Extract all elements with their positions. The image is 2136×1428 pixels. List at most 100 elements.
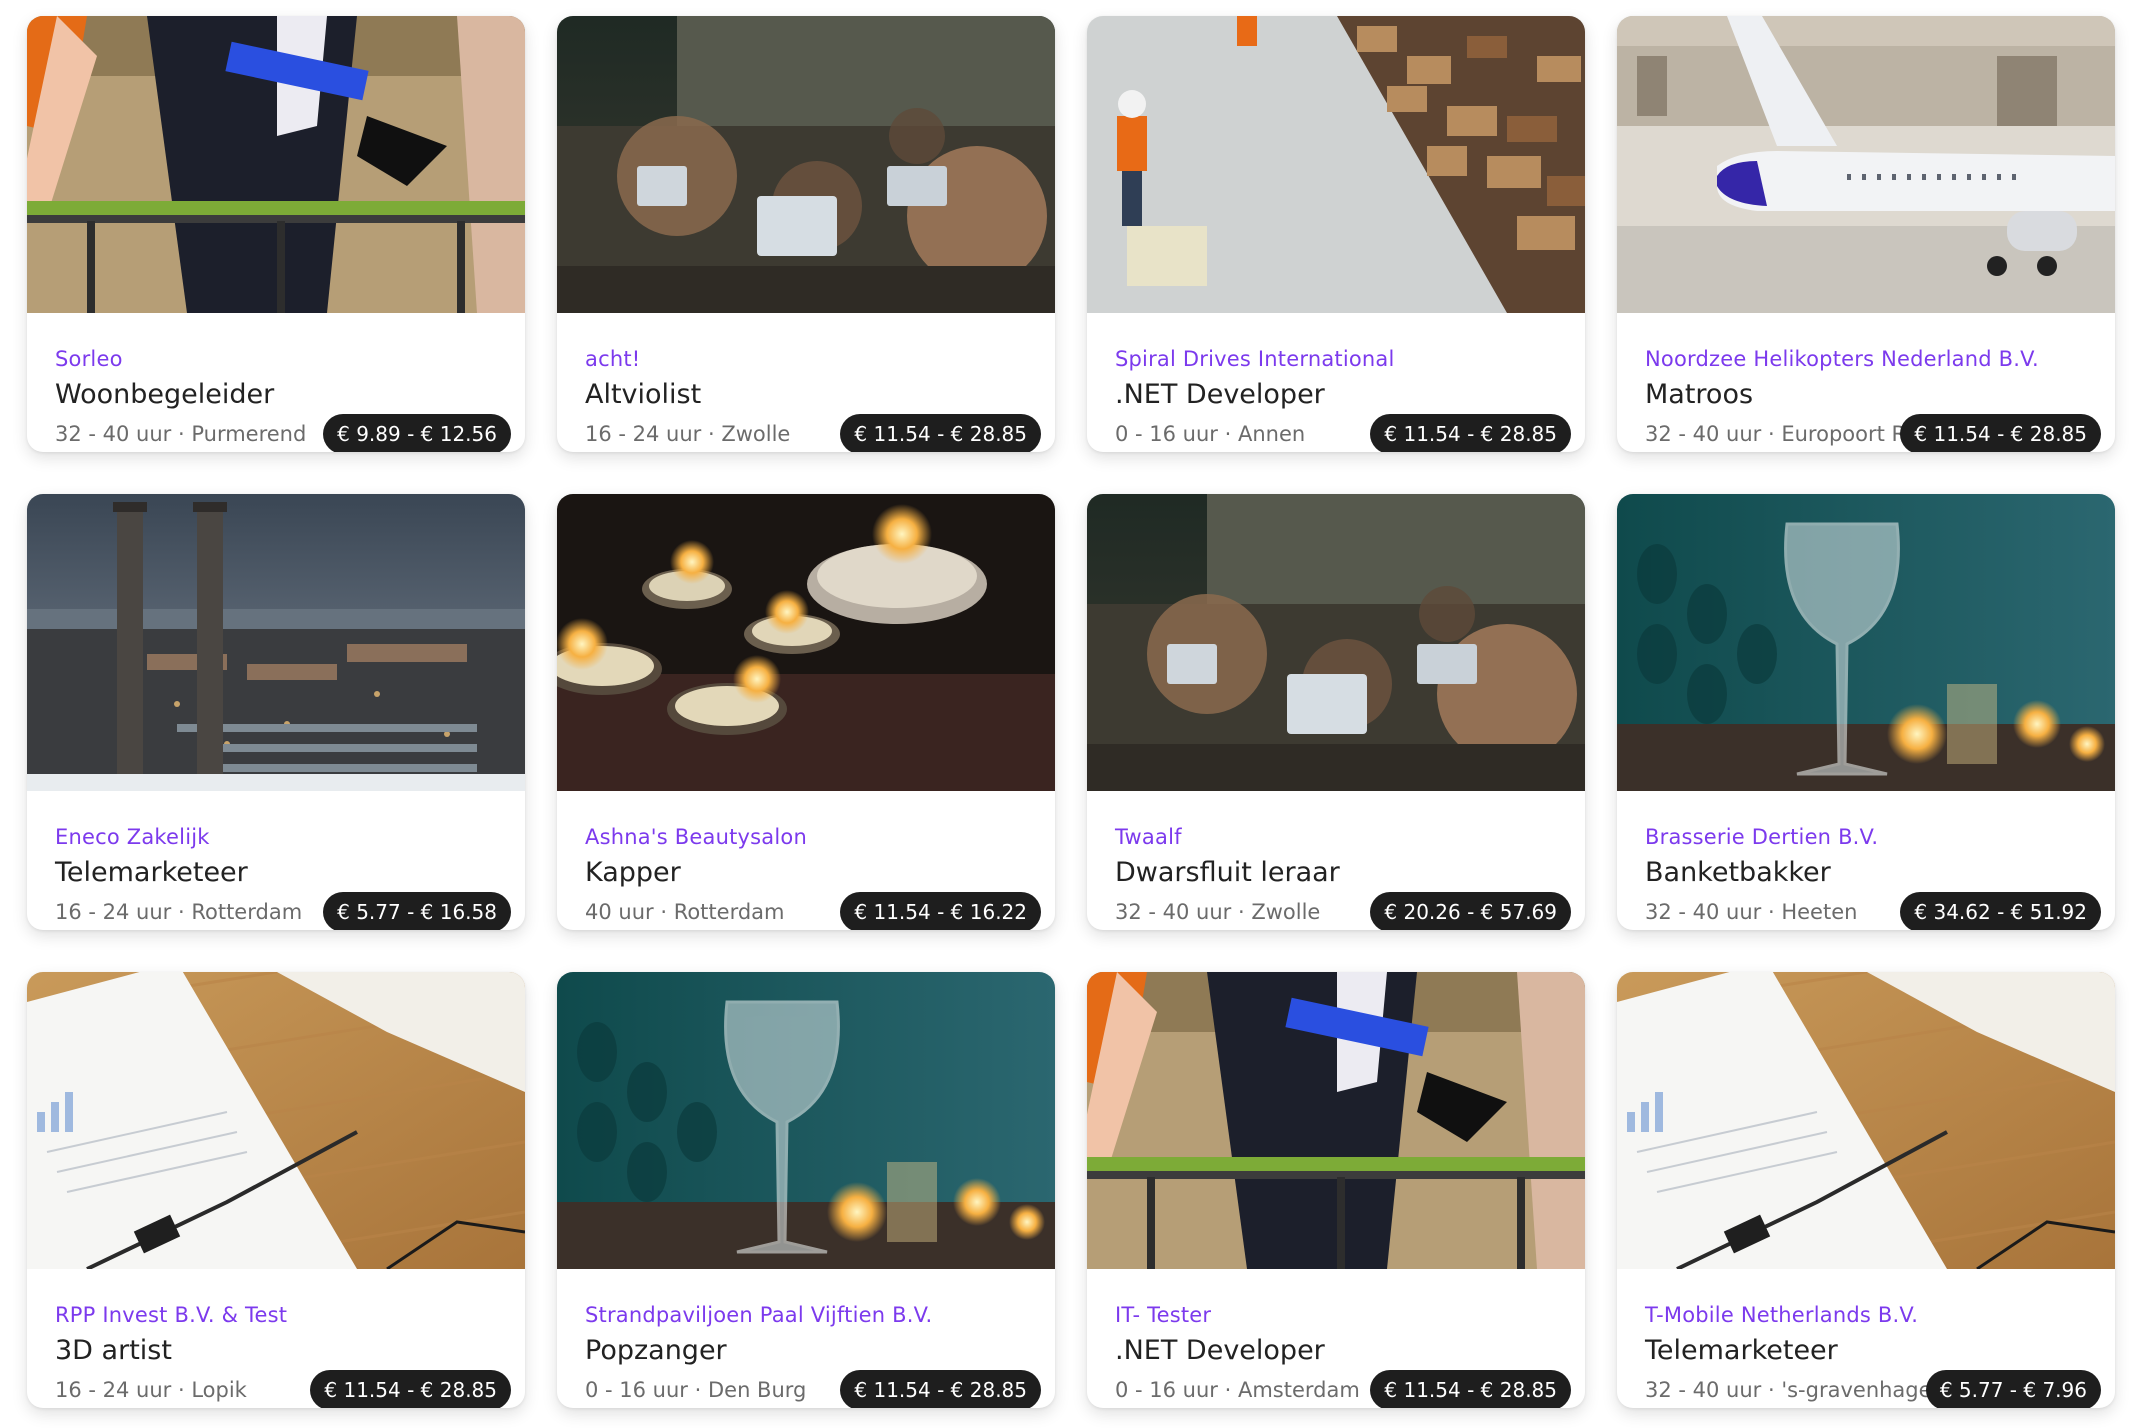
job-location: Lopik	[191, 1378, 247, 1402]
meta-separator: ·	[653, 900, 674, 924]
company-name[interactable]: RPP Invest B.V. & Test	[55, 1303, 287, 1327]
company-name[interactable]: Brasserie Dertien B.V.	[1645, 825, 1878, 849]
job-meta: 0 - 16 uur · Den Burg	[585, 1378, 806, 1402]
meta-separator: ·	[1761, 1378, 1782, 1402]
meta-separator: ·	[1761, 422, 1782, 446]
job-image	[1087, 972, 1585, 1269]
job-meta: 32 - 40 uur · Heeten	[1645, 900, 1857, 924]
job-hours: 32 - 40 uur	[55, 422, 172, 446]
job-title[interactable]: Telemarketeer	[1645, 1335, 1838, 1366]
job-meta: 32 - 40 uur · Purmerend	[55, 422, 306, 446]
job-image	[557, 16, 1055, 313]
meta-separator: ·	[1217, 1378, 1238, 1402]
job-image	[1617, 972, 2115, 1269]
company-name[interactable]: Eneco Zakelijk	[55, 825, 210, 849]
company-name[interactable]: Noordzee Helikopters Nederland B.V.	[1645, 347, 2039, 371]
harbor-chimneys-image	[27, 494, 525, 791]
job-card-body: Strandpaviljoen Paal Vijftien B.V. Popza…	[585, 1269, 1041, 1408]
job-card-body: Sorleo Woonbegeleider 32 - 40 uur · Purm…	[55, 313, 511, 452]
wine-glass-image	[1617, 494, 2115, 791]
wage-badge: € 5.77 - € 7.96	[1925, 1370, 2101, 1408]
clipboard-desk-image	[1617, 972, 2115, 1269]
candles-image	[557, 494, 1055, 791]
job-image	[1087, 16, 1585, 313]
wage-badge: € 5.77 - € 16.58	[323, 892, 511, 930]
job-title[interactable]: Popzanger	[585, 1335, 727, 1366]
job-hours: 0 - 16 uur	[1115, 1378, 1218, 1402]
job-card[interactable]: T-Mobile Netherlands B.V. Telemarketeer …	[1617, 972, 2115, 1408]
job-card-body: Eneco Zakelijk Telemarketeer 16 - 24 uur…	[55, 791, 511, 930]
job-location: Amsterdam	[1237, 1378, 1360, 1402]
job-card[interactable]: Noordzee Helikopters Nederland B.V. Matr…	[1617, 16, 2115, 452]
job-title[interactable]: .NET Developer	[1115, 1335, 1325, 1366]
job-card-body: Twaalf Dwarsfluit leraar 32 - 40 uur · Z…	[1115, 791, 1571, 930]
job-meta: 0 - 16 uur · Amsterdam	[1115, 1378, 1360, 1402]
wage-badge: € 11.54 - € 28.85	[310, 1370, 511, 1408]
job-card[interactable]: Eneco Zakelijk Telemarketeer 16 - 24 uur…	[27, 494, 525, 930]
job-card[interactable]: Spiral Drives International .NET Develop…	[1087, 16, 1585, 452]
job-title[interactable]: Dwarsfluit leraar	[1115, 857, 1340, 888]
job-hours: 32 - 40 uur	[1645, 1378, 1762, 1402]
lecture-hall-image	[557, 16, 1055, 313]
job-card-body: acht! Altviolist 16 - 24 uur · Zwolle € …	[585, 313, 1041, 452]
job-card[interactable]: RPP Invest B.V. & Test 3D artist 16 - 24…	[27, 972, 525, 1408]
job-title[interactable]: Kapper	[585, 857, 681, 888]
wage-badge: € 11.54 - € 28.85	[1370, 1370, 1571, 1408]
wage-badge: € 11.54 - € 28.85	[840, 414, 1041, 452]
job-meta: 32 - 40 uur · 's-gravenhage	[1645, 1378, 1932, 1402]
wage-badge: € 11.54 - € 16.22	[840, 892, 1041, 930]
job-card[interactable]: Sorleo Woonbegeleider 32 - 40 uur · Purm…	[27, 16, 525, 452]
job-location: Rotterdam	[191, 900, 303, 924]
job-card-body: Spiral Drives International .NET Develop…	[1115, 313, 1571, 452]
job-image	[1087, 494, 1585, 791]
wage-badge: € 11.54 - € 28.85	[1370, 414, 1571, 452]
job-title[interactable]: 3D artist	[55, 1335, 172, 1366]
job-title[interactable]: Matroos	[1645, 379, 1753, 410]
job-card-body: Noordzee Helikopters Nederland B.V. Matr…	[1645, 313, 2101, 452]
company-name[interactable]: acht!	[585, 347, 640, 371]
job-card[interactable]: Ashna's Beautysalon Kapper 40 uur · Rott…	[557, 494, 1055, 930]
wage-badge: € 34.62 - € 51.92	[1900, 892, 2101, 930]
job-meta: 16 - 24 uur · Rotterdam	[55, 900, 302, 924]
job-hours: 0 - 16 uur	[585, 1378, 688, 1402]
job-location: Den Burg	[707, 1378, 807, 1402]
job-location: Purmerend	[191, 422, 307, 446]
meta-separator: ·	[1217, 422, 1238, 446]
job-title[interactable]: Woonbegeleider	[55, 379, 274, 410]
job-card[interactable]: Brasserie Dertien B.V. Banketbakker 32 -…	[1617, 494, 2115, 930]
company-name[interactable]: Strandpaviljoen Paal Vijftien B.V.	[585, 1303, 932, 1327]
company-name[interactable]: Spiral Drives International	[1115, 347, 1395, 371]
wine-glass-image	[557, 972, 1055, 1269]
job-card-body: IT- Tester .NET Developer 0 - 16 uur · A…	[1115, 1269, 1571, 1408]
job-meta: 16 - 24 uur · Zwolle	[585, 422, 790, 446]
job-hours: 0 - 16 uur	[1115, 422, 1218, 446]
job-title[interactable]: Banketbakker	[1645, 857, 1831, 888]
company-name[interactable]: Ashna's Beautysalon	[585, 825, 807, 849]
meta-separator: ·	[171, 1378, 192, 1402]
company-name[interactable]: Twaalf	[1115, 825, 1182, 849]
job-title[interactable]: Altviolist	[585, 379, 701, 410]
job-image	[1617, 16, 2115, 313]
meta-separator: ·	[701, 422, 722, 446]
interview-chairs-image	[27, 16, 525, 313]
job-hours: 16 - 24 uur	[55, 1378, 172, 1402]
job-card[interactable]: IT- Tester .NET Developer 0 - 16 uur · A…	[1087, 972, 1585, 1408]
job-card-body: Brasserie Dertien B.V. Banketbakker 32 -…	[1645, 791, 2101, 930]
job-card[interactable]: Twaalf Dwarsfluit leraar 32 - 40 uur · Z…	[1087, 494, 1585, 930]
wage-badge: € 11.54 - € 28.85	[840, 1370, 1041, 1408]
job-meta: 40 uur · Rotterdam	[585, 900, 785, 924]
job-location: Heeten	[1781, 900, 1858, 924]
company-name[interactable]: Sorleo	[55, 347, 123, 371]
job-card[interactable]: Strandpaviljoen Paal Vijftien B.V. Popza…	[557, 972, 1055, 1408]
job-card[interactable]: acht! Altviolist 16 - 24 uur · Zwolle € …	[557, 16, 1055, 452]
wage-badge: € 11.54 - € 28.85	[1900, 414, 2101, 452]
interview-chairs-image	[1087, 972, 1585, 1269]
company-name[interactable]: T-Mobile Netherlands B.V.	[1645, 1303, 1918, 1327]
company-name[interactable]: IT- Tester	[1115, 1303, 1211, 1327]
job-hours: 40 uur	[585, 900, 654, 924]
job-image	[27, 16, 525, 313]
job-image	[27, 972, 525, 1269]
job-title[interactable]: Telemarketeer	[55, 857, 248, 888]
job-card-body: Ashna's Beautysalon Kapper 40 uur · Rott…	[585, 791, 1041, 930]
job-title[interactable]: .NET Developer	[1115, 379, 1325, 410]
